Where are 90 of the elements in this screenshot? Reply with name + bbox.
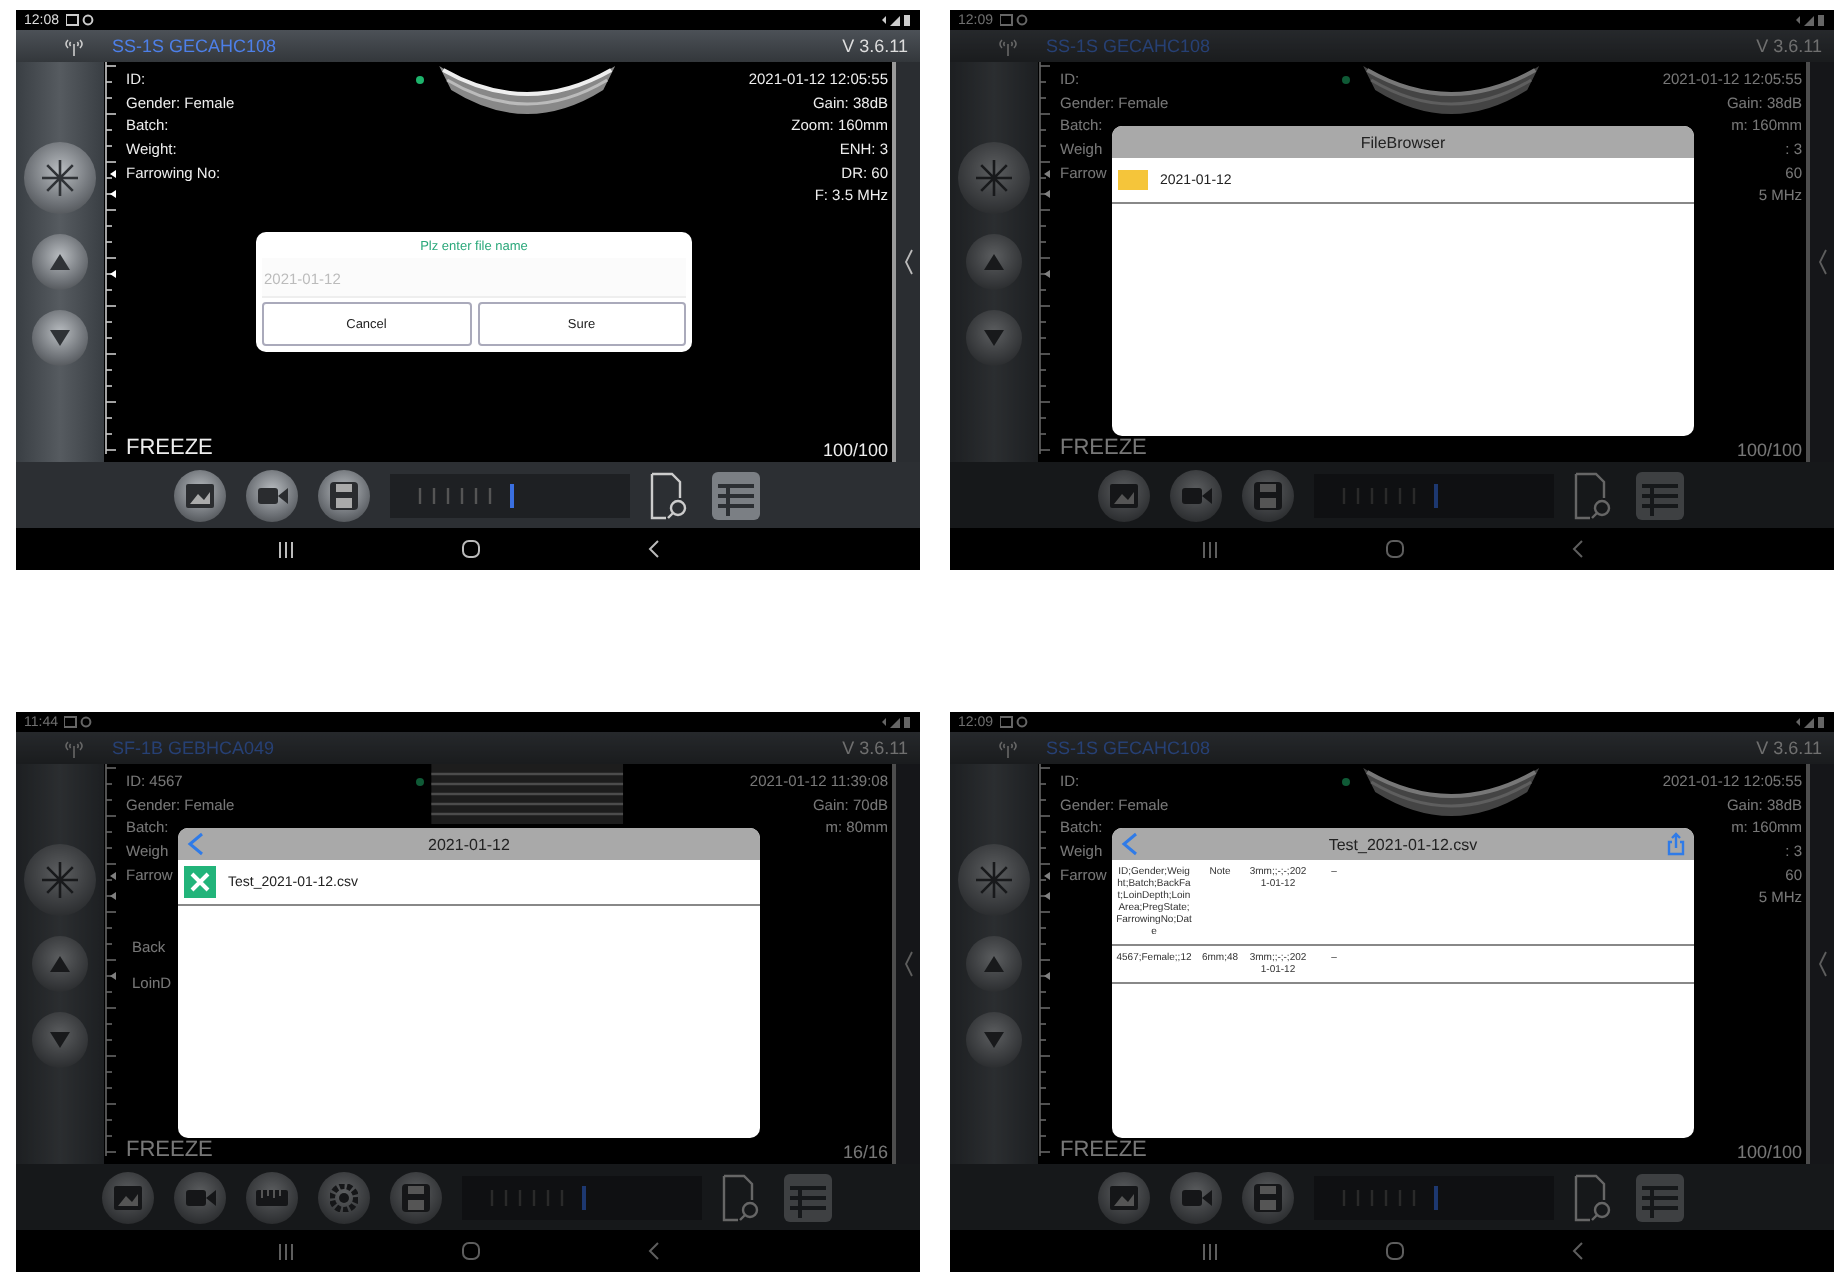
freeze-label: FREEZE <box>126 436 213 460</box>
device-name: SS-1S GECAHC108 <box>1046 36 1213 56</box>
up-triangle-icon <box>984 956 1004 972</box>
frame-counter: 16/16 <box>842 1142 888 1162</box>
folder-icon <box>1118 170 1148 190</box>
gain-slider[interactable] <box>1314 1175 1554 1219</box>
freeze-label: FREEZE <box>126 1138 213 1162</box>
probe-button[interactable] <box>24 142 96 214</box>
gain-slider[interactable] <box>462 1175 702 1219</box>
down-triangle-icon <box>984 330 1004 346</box>
ruler-icon <box>256 1189 288 1205</box>
star-burst-icon <box>38 156 82 200</box>
star-burst-icon <box>38 858 82 902</box>
picture-icon <box>186 483 214 507</box>
gear-icon <box>330 1183 358 1211</box>
app-version: V 3.6.11 <box>842 738 908 758</box>
spreadsheet-icon <box>184 866 216 898</box>
table-icon[interactable] <box>1634 1171 1686 1223</box>
back-icon[interactable] <box>647 540 659 558</box>
video-camera-icon <box>1181 1189 1211 1205</box>
down-triangle-icon <box>50 1032 70 1048</box>
freeze-label: FREEZE <box>1060 1138 1147 1162</box>
down-triangle-icon <box>50 330 70 346</box>
video-camera-icon <box>257 487 287 503</box>
file-search-icon[interactable] <box>650 471 690 519</box>
down-button[interactable] <box>966 310 1022 366</box>
status-dot <box>1341 76 1350 84</box>
video-camera-icon <box>1181 487 1211 503</box>
slider-ticks <box>1342 1189 1418 1205</box>
share-icon[interactable] <box>1666 832 1686 856</box>
settings-button[interactable] <box>318 1171 370 1223</box>
status-dot <box>1341 778 1350 786</box>
probe-button[interactable] <box>24 844 96 916</box>
antenna-icon <box>998 37 1018 55</box>
device-name: SS-1S GECAHC108 <box>1046 738 1213 758</box>
device-name: SF-1B GEBHCA049 <box>112 738 277 758</box>
dialog-title: 2021-01-12 <box>426 835 512 853</box>
down-button[interactable] <box>966 1012 1022 1068</box>
video-button[interactable] <box>246 469 298 521</box>
slider-ticks <box>1342 487 1418 503</box>
notification-icons <box>999 716 1028 728</box>
table-icon[interactable] <box>1634 469 1686 521</box>
video-camera-icon <box>185 1189 215 1205</box>
save-button[interactable] <box>318 469 370 521</box>
ruler-button[interactable] <box>246 1171 298 1223</box>
picture-icon <box>1110 483 1138 507</box>
up-triangle-icon <box>50 956 70 972</box>
antenna-icon <box>64 37 84 55</box>
probe-button[interactable] <box>958 142 1030 214</box>
picture-icon <box>1110 1185 1138 1209</box>
frame-counter: 100/100 <box>1736 1142 1802 1162</box>
device-name: SS-1S GECAHC108 <box>112 36 279 56</box>
antenna-icon <box>998 739 1018 757</box>
table-icon[interactable] <box>710 469 762 521</box>
gain-slider[interactable] <box>1314 473 1554 517</box>
antenna-icon <box>64 739 84 757</box>
picture-icon <box>114 1185 142 1209</box>
slider-ticks <box>418 487 494 503</box>
up-button[interactable] <box>32 234 88 290</box>
gallery-button[interactable] <box>174 469 226 521</box>
up-button[interactable] <box>32 936 88 992</box>
app-version: V 3.6.11 <box>1756 738 1822 758</box>
notification-icons <box>64 716 92 728</box>
frame-counter: 100/100 <box>822 440 888 460</box>
probe-button[interactable] <box>958 844 1030 916</box>
notification-icons <box>999 14 1028 26</box>
up-button[interactable] <box>966 936 1022 992</box>
recent-apps-icon[interactable] <box>277 541 293 557</box>
up-button[interactable] <box>966 234 1022 290</box>
up-triangle-icon <box>984 254 1004 270</box>
notification-icons <box>65 14 94 26</box>
dialog-title: Test_2021-01-12.csv <box>1326 835 1480 853</box>
down-button[interactable] <box>32 310 88 366</box>
app-version: V 3.6.11 <box>842 36 908 56</box>
star-burst-icon <box>972 858 1016 902</box>
chevron-left-icon[interactable] <box>903 248 913 276</box>
down-triangle-icon <box>984 1032 1004 1048</box>
up-triangle-icon <box>50 254 70 270</box>
dialog-title: FileBrowser <box>1358 133 1448 151</box>
home-icon[interactable] <box>461 540 479 558</box>
status-dot <box>415 76 424 84</box>
app-version: V 3.6.11 <box>1756 36 1822 56</box>
down-button[interactable] <box>32 1012 88 1068</box>
frame-counter: 100/100 <box>1736 440 1802 460</box>
slider-ticks <box>490 1189 566 1205</box>
status-dot <box>415 778 424 786</box>
table-icon[interactable] <box>782 1171 834 1223</box>
freeze-label: FREEZE <box>1060 436 1147 460</box>
star-burst-icon <box>972 156 1016 200</box>
gain-slider[interactable] <box>390 473 630 517</box>
